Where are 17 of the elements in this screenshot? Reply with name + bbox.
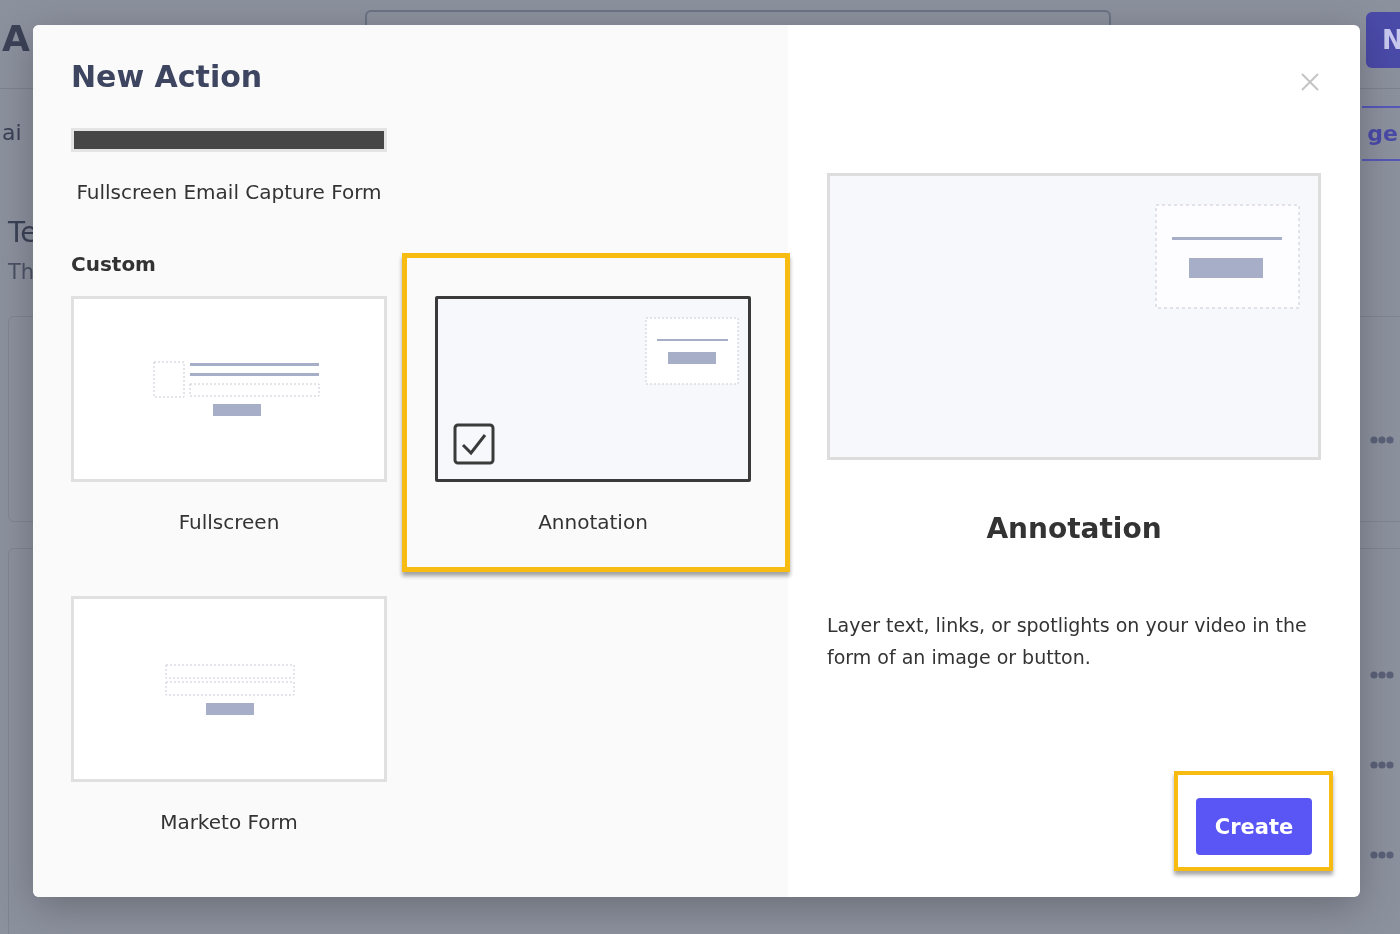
template-thumbnail[interactable] [71,128,387,152]
preview-description: Layer text, links, or spotlights on your video in the form of an image or button. [827,613,1308,670]
option-card[interactable]: Marketo Form [71,596,387,834]
option-card[interactable]: Fullscreen [71,296,387,534]
more-icon[interactable] [1370,670,1394,680]
more-icon[interactable] [1370,850,1394,860]
page-title: A [2,18,30,59]
template-label[interactable]: Fullscreen Email Capture Form [76,180,382,204]
close-icon[interactable] [1301,73,1319,91]
more-icon[interactable] [1370,435,1394,445]
more-icon[interactable] [1370,760,1394,770]
dialog-title: New Action [71,59,264,94]
preview-title: Annotation [985,512,1163,545]
create-button[interactable]: Create [1196,798,1312,855]
section-heading: Custom [71,252,157,276]
option-card[interactable]: Annotation [435,296,751,534]
section-text: Th [8,260,35,284]
